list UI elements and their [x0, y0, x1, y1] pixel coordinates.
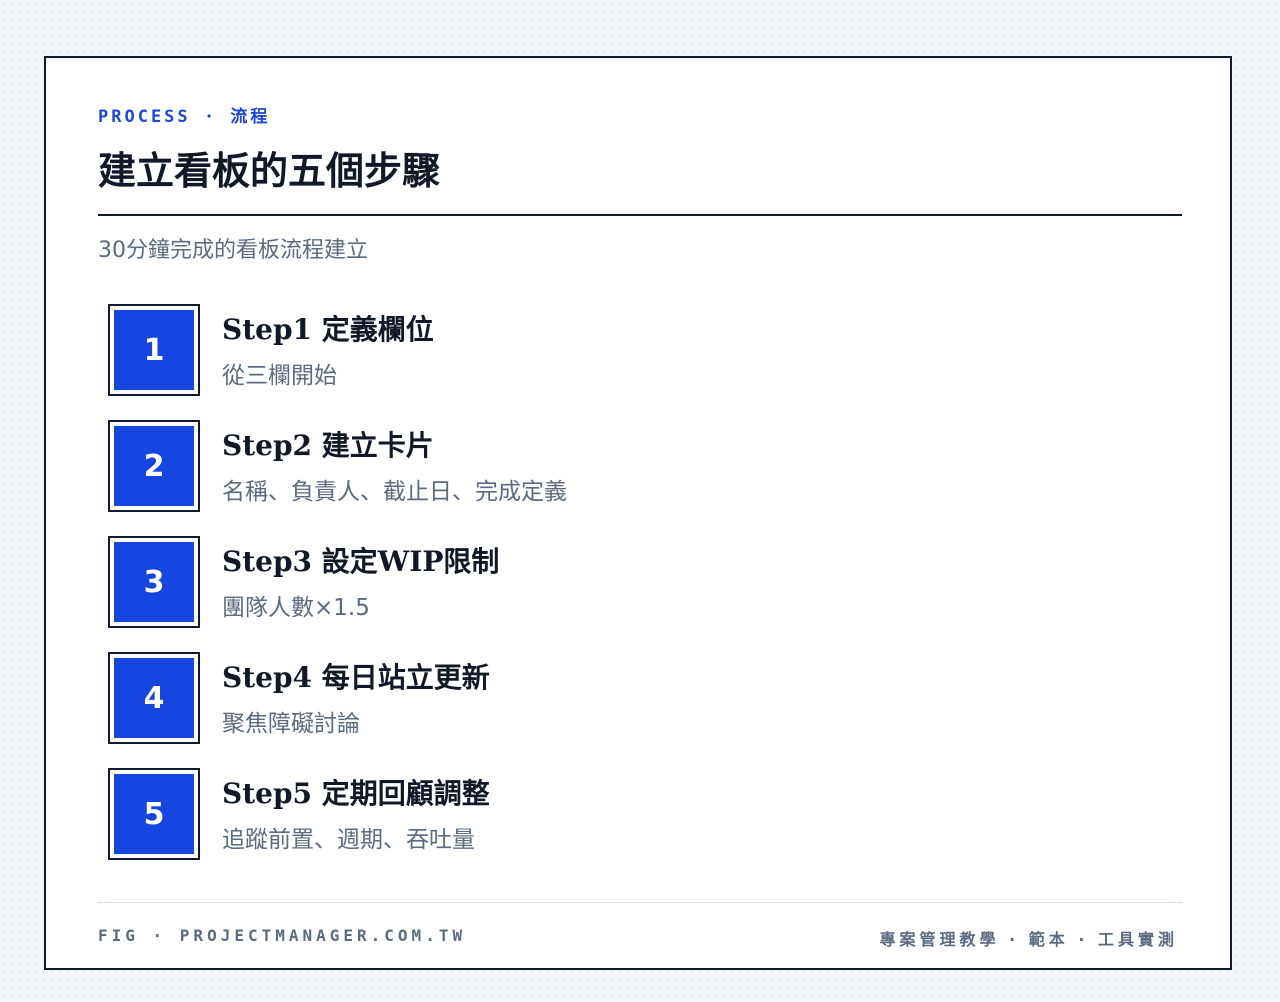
step-description: 從三欄開始 — [222, 363, 337, 389]
footer-tags: 專案管理教學 · 範本 · 工具實測 — [879, 930, 1178, 949]
footer-source: FIG · PROJECTMANAGER.COM.TW — [98, 926, 467, 945]
page-title: 建立看板的五個步驟 — [98, 148, 441, 193]
step-number: 3 — [114, 542, 194, 622]
step-item-2: 2 Step2 建立卡片 名稱、負責人、截止日、完成定義 — [108, 420, 1108, 536]
step-description: 聚焦障礙討論 — [222, 711, 360, 737]
step-description: 追蹤前置、週期、吞吐量 — [222, 827, 475, 853]
step-number: 2 — [114, 426, 194, 506]
step-description: 名稱、負責人、截止日、完成定義 — [222, 479, 567, 505]
step-number-badge: 4 — [108, 652, 200, 744]
step-title: Step4 每日站立更新 — [222, 661, 490, 694]
step-item-1: 1 Step1 定義欄位 從三欄開始 — [108, 304, 1108, 420]
step-description: 團隊人數×1.5 — [222, 595, 370, 621]
step-number-badge: 1 — [108, 304, 200, 396]
step-number: 4 — [114, 658, 194, 738]
step-number-badge: 2 — [108, 420, 200, 512]
step-number: 1 — [114, 310, 194, 390]
step-title: Step1 定義欄位 — [222, 313, 434, 346]
steps-list: 1 Step1 定義欄位 從三欄開始 2 Step2 建立卡片 名稱、負責人、截… — [108, 304, 1108, 884]
page-subtitle: 30分鐘完成的看板流程建立 — [98, 238, 368, 263]
step-title: Step5 定期回顧調整 — [222, 777, 490, 810]
step-number-badge: 5 — [108, 768, 200, 860]
title-divider — [98, 214, 1182, 216]
step-number-badge: 3 — [108, 536, 200, 628]
step-title: Step3 設定WIP限制 — [222, 545, 500, 578]
footer-divider — [98, 902, 1182, 903]
step-title: Step2 建立卡片 — [222, 429, 434, 462]
step-number: 5 — [114, 774, 194, 854]
process-card: PROCESS · 流程 建立看板的五個步驟 30分鐘完成的看板流程建立 1 S… — [44, 56, 1232, 970]
eyebrow-label: PROCESS · 流程 — [98, 107, 271, 127]
step-item-5: 5 Step5 定期回顧調整 追蹤前置、週期、吞吐量 — [108, 768, 1108, 884]
step-item-4: 4 Step4 每日站立更新 聚焦障礙討論 — [108, 652, 1108, 768]
step-item-3: 3 Step3 設定WIP限制 團隊人數×1.5 — [108, 536, 1108, 652]
